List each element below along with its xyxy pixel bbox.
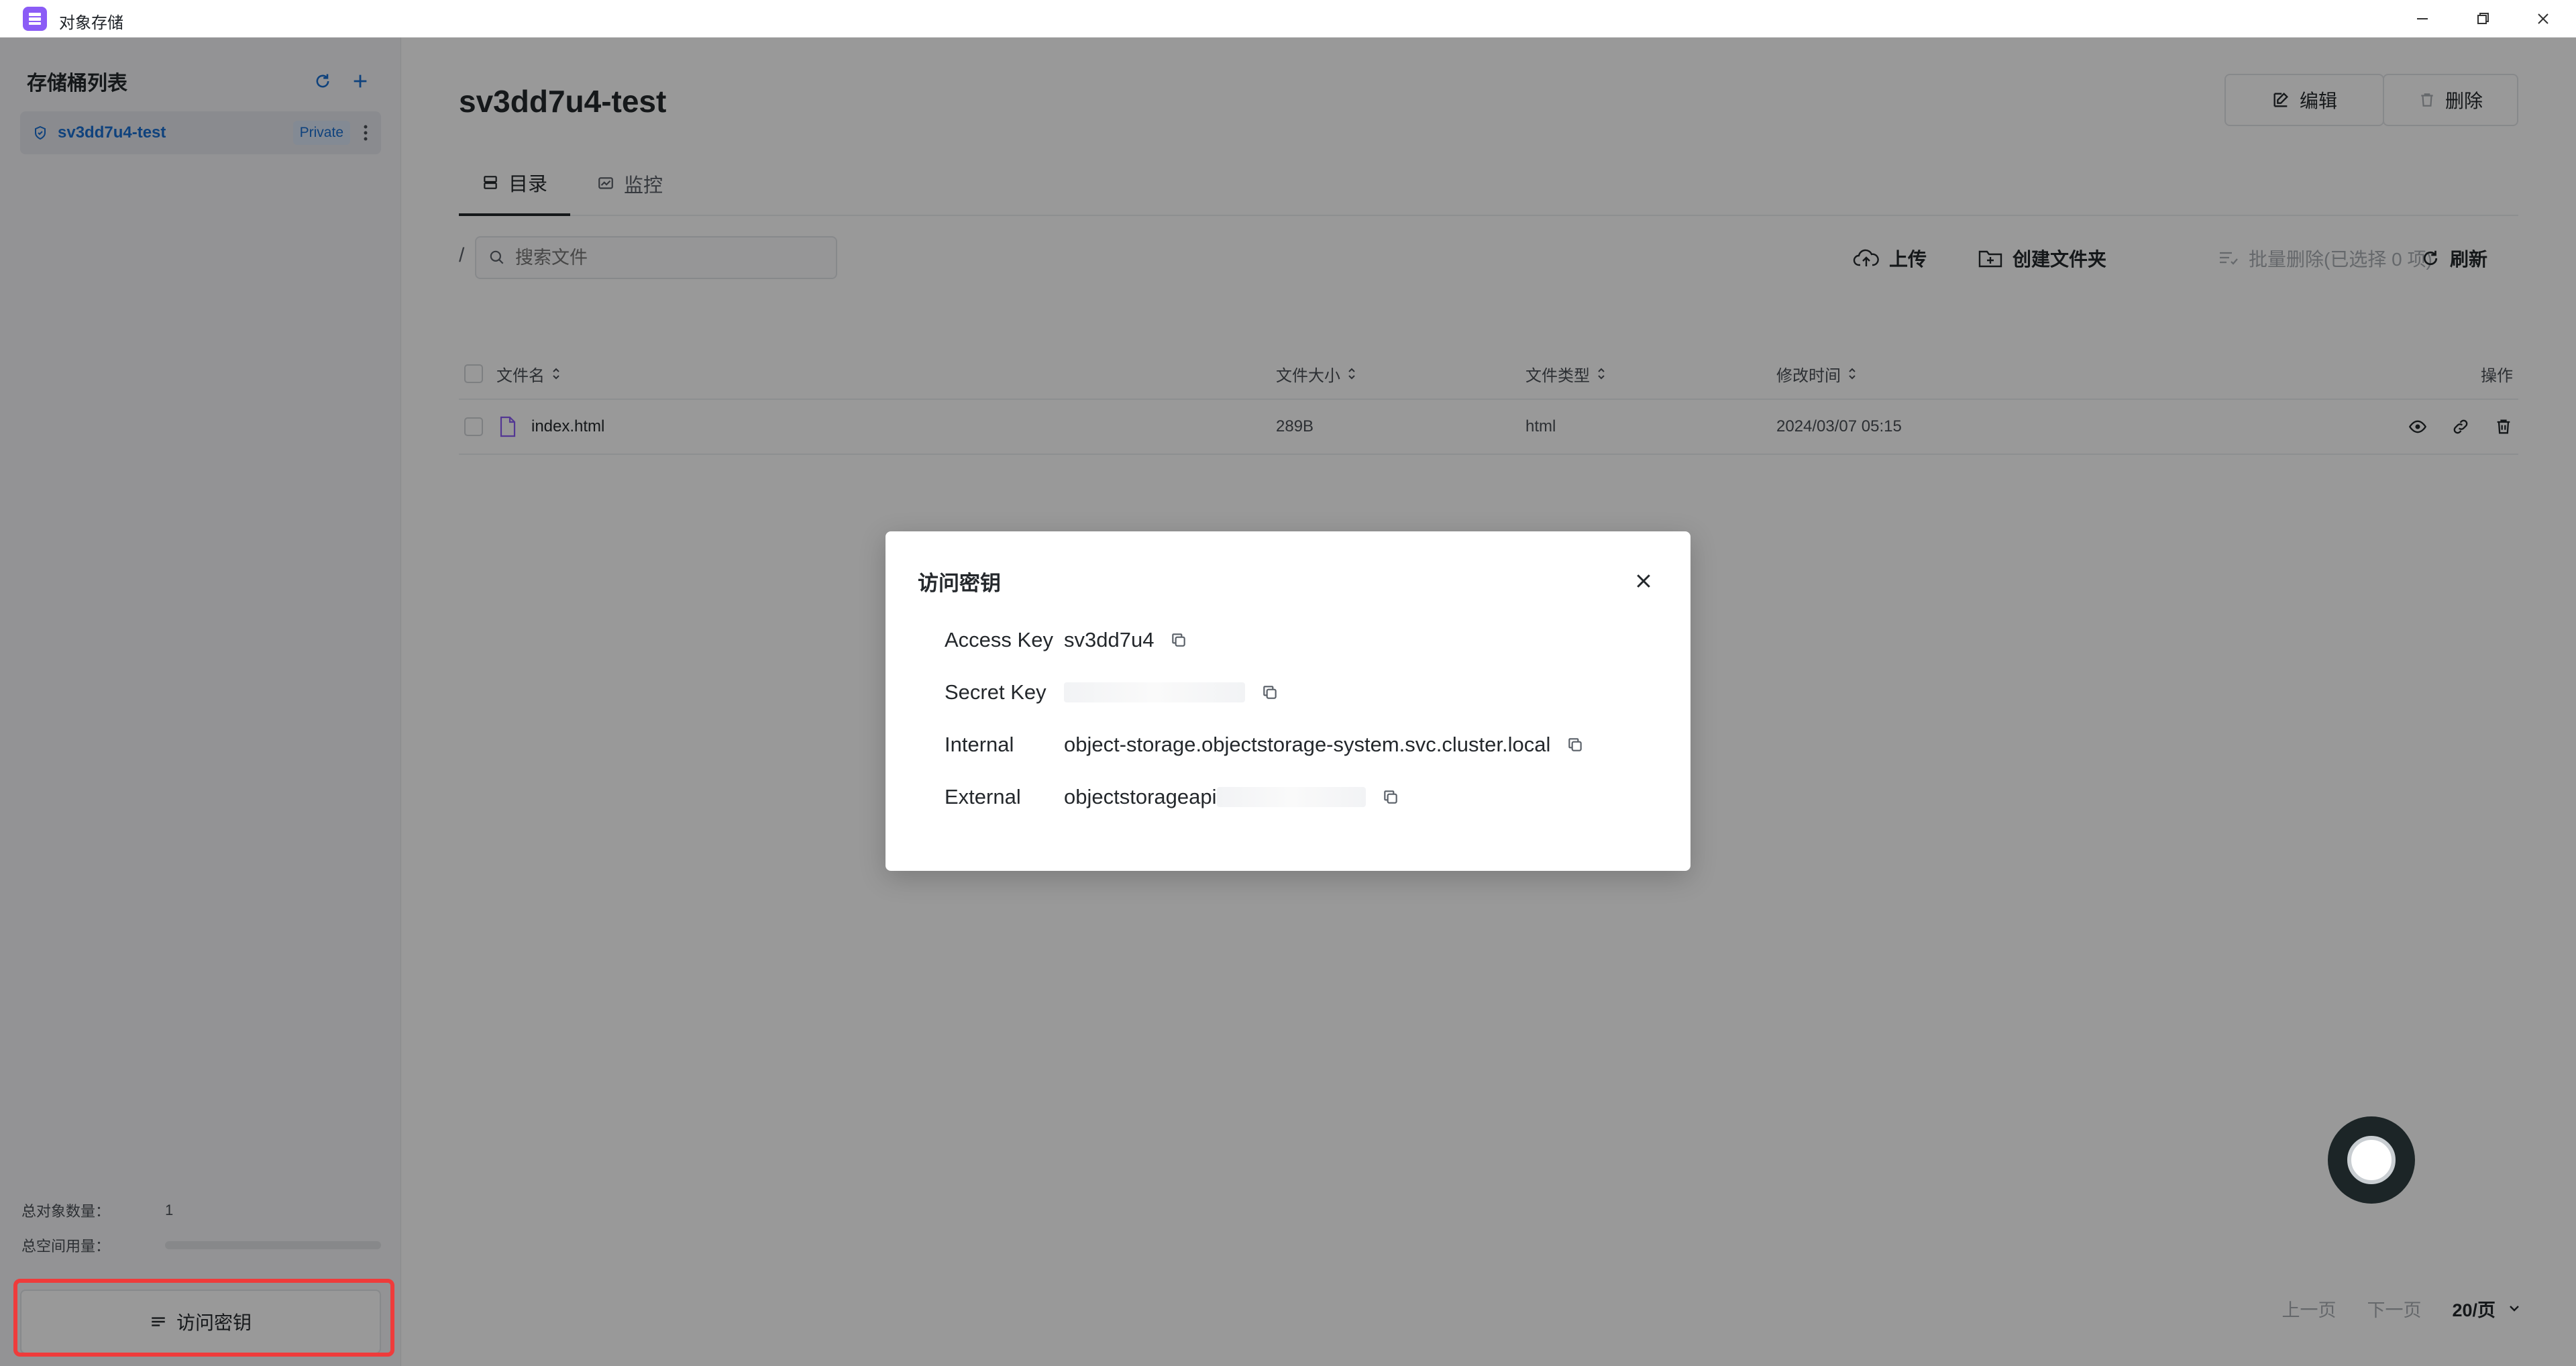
modal-close-button[interactable]: [1629, 566, 1658, 596]
access-key-modal: 访问密钥 Access Key sv3dd7u4 Secret Key Inte…: [885, 531, 1690, 871]
copy-icon: [1568, 738, 1582, 751]
internal-endpoint-label: Internal: [945, 733, 1014, 756]
assistant-icon: [2347, 1136, 2396, 1184]
external-endpoint-value: objectstorageapi: [1064, 785, 1366, 809]
restore-button[interactable]: [2453, 0, 2513, 38]
secret-key-value: [1064, 682, 1245, 702]
external-endpoint-row: External objectstorageapi: [945, 777, 1399, 817]
external-endpoint-label: External: [945, 785, 1021, 808]
minimize-button[interactable]: [2392, 0, 2453, 38]
access-key-label: Access Key: [945, 628, 1053, 651]
close-icon: [1637, 574, 1650, 588]
internal-endpoint-row: Internal object-storage.objectstorage-sy…: [945, 725, 1584, 765]
internal-endpoint-value: object-storage.objectstorage-system.svc.…: [1064, 733, 1551, 756]
access-key-value: sv3dd7u4: [1064, 628, 1155, 651]
secret-key-row: Secret Key: [945, 672, 1279, 713]
copy-icon: [1263, 686, 1277, 699]
copy-access-key-button[interactable]: [1170, 631, 1187, 649]
copy-internal-endpoint-button[interactable]: [1566, 736, 1584, 753]
external-endpoint-text: objectstorageapi: [1064, 785, 1217, 808]
restore-icon: [2477, 13, 2489, 24]
access-key-row: Access Key sv3dd7u4: [945, 620, 1187, 660]
object-storage-app-icon: [23, 7, 47, 31]
copy-secret-key-button[interactable]: [1261, 684, 1279, 701]
modal-title: 访问密钥: [918, 572, 1001, 595]
copy-icon: [1172, 633, 1186, 647]
floating-assistant-button[interactable]: [2328, 1116, 2415, 1204]
copy-external-endpoint-button[interactable]: [1382, 788, 1399, 806]
secret-key-mask: [1064, 682, 1245, 702]
secret-key-label: Secret Key: [945, 680, 1046, 704]
window-titlebar: 对象存储: [0, 0, 2576, 38]
copy-icon: [1383, 790, 1397, 804]
external-endpoint-mask: [1216, 787, 1366, 807]
close-icon: [2538, 13, 2548, 24]
minimize-icon: [2417, 18, 2428, 19]
window-title: 对象存储: [59, 14, 123, 32]
close-window-button[interactable]: [2513, 0, 2573, 38]
